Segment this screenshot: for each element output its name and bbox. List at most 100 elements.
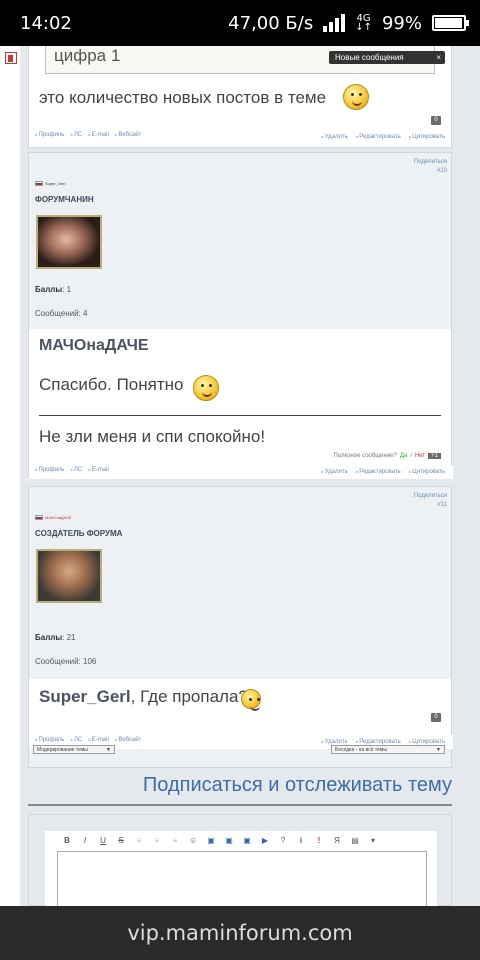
messages-stat: Сообщений: 106 <box>35 657 97 666</box>
help-button[interactable]: ? <box>279 837 287 845</box>
reply-editor-section: B I U S ≡ ≡ ≡ ☺ ▣ ▣ ▣ ▶ ? i ! Я ▤ ▾ <box>28 814 452 906</box>
mention-link[interactable]: Super_Gerl <box>39 687 131 706</box>
author-rank: ФОРУМЧАНИН <box>35 195 94 204</box>
useful-question: Полезное сообщение? <box>333 453 397 459</box>
align-right-button[interactable]: ≡ <box>171 837 179 845</box>
toast-label: Новые сообщения <box>335 53 404 62</box>
clock: 14:02 <box>20 12 72 34</box>
forum-jump-select[interactable]: Беседка - на всё темы <box>331 745 445 754</box>
battery-icon <box>432 15 469 31</box>
address-bar[interactable]: vip.maminforum.com <box>0 906 480 960</box>
vote-yes-link[interactable]: Да <box>400 453 407 459</box>
profile-link[interactable]: Профиль <box>35 132 65 138</box>
profile-link[interactable]: Профиль <box>35 467 65 473</box>
avatar[interactable] <box>36 215 102 269</box>
smiley-button[interactable]: ☺ <box>189 837 197 845</box>
points-stat: Баллы: 21 <box>35 633 76 642</box>
strike-button[interactable]: S <box>117 837 125 845</box>
post-badge: 0 <box>431 713 441 722</box>
table-button[interactable]: ▤ <box>351 837 359 845</box>
status-bar: 14:02 47,00 Б/s 4G ↓↑ 99% <box>0 0 480 46</box>
vote-count: +1 <box>428 453 441 459</box>
delete-link[interactable]: Удалить <box>321 469 348 475</box>
video-button[interactable]: ▶ <box>261 837 269 845</box>
post-text: Спасибо. Понятно <box>39 375 184 394</box>
underline-button[interactable]: U <box>99 837 107 845</box>
bold-button[interactable]: B <box>63 837 71 845</box>
author-rank: СОЗДАТЕЛЬ ФОРУМА <box>35 529 123 538</box>
post-number[interactable]: #11 <box>414 501 447 510</box>
email-link[interactable]: E-mail <box>88 737 109 743</box>
share-link[interactable]: Поделиться <box>414 158 447 167</box>
moderation-select[interactable]: Модерирование темы <box>33 745 115 754</box>
author-nick[interactable]: Super_Gerl <box>35 181 65 186</box>
quote-link[interactable]: Цитировать <box>409 134 445 140</box>
left-strip <box>0 46 20 906</box>
share-area: Поделиться #10 <box>414 158 447 176</box>
new-messages-toast[interactable]: Новые сообщения × <box>329 51 445 64</box>
quote-link[interactable]: Цитировать <box>409 469 445 475</box>
info-button[interactable]: i <box>297 837 305 845</box>
post-number[interactable]: #10 <box>414 167 447 176</box>
translit-button[interactable]: Я <box>333 837 341 845</box>
post-badge: 0 <box>431 116 441 125</box>
messages-stat: Сообщений: 4 <box>35 309 88 318</box>
post-text-body: , Где пропала? <box>130 687 248 706</box>
pm-link[interactable]: ЛС <box>70 467 82 473</box>
crying-smiley-icon <box>241 689 261 711</box>
vote-no-link[interactable]: Нет <box>415 453 425 459</box>
post-text: это количество новых постов в теме <box>39 88 327 107</box>
more-dropdown-button[interactable]: ▾ <box>369 837 377 845</box>
media-button[interactable]: ▣ <box>243 837 251 845</box>
align-left-button[interactable]: ≡ <box>135 837 143 845</box>
letter-smiley-icon <box>193 375 219 401</box>
image-button[interactable]: ▣ <box>207 837 215 845</box>
align-center-button[interactable]: ≡ <box>153 837 161 845</box>
pm-link[interactable]: ЛС <box>70 737 82 743</box>
points-value: : 21 <box>62 633 76 642</box>
post-username[interactable]: МАЧОнаДАЧЕ <box>39 337 149 355</box>
editor-toolbar: B I U S ≡ ≡ ≡ ☺ ▣ ▣ ▣ ▶ ? i ! Я ▤ ▾ <box>63 837 377 845</box>
vote-separator: / <box>410 453 412 459</box>
url-text: vip.maminforum.com <box>127 921 353 945</box>
points-label: Баллы <box>35 285 63 294</box>
email-link[interactable]: E-mail <box>88 132 109 138</box>
edit-link[interactable]: Редактировать <box>356 134 400 140</box>
reading-smiley-icon <box>343 84 369 110</box>
edit-link[interactable]: Редактировать <box>356 469 400 475</box>
toast-close-button[interactable]: × <box>436 51 441 64</box>
share-link[interactable]: Поделиться <box>414 492 447 501</box>
subscribe-link[interactable]: Подписаться и отслеживать тему <box>28 774 452 797</box>
pm-link[interactable]: ЛС <box>70 132 82 138</box>
points-label: Баллы <box>35 633 63 642</box>
author-nick-text: Super_Gerl <box>45 181 66 186</box>
website-link[interactable]: Вебсайт <box>115 132 141 138</box>
alert-button[interactable]: ! <box>315 837 323 845</box>
section-divider <box>28 804 452 806</box>
website-link[interactable]: Вебсайт <box>115 737 141 743</box>
bookmark-icon[interactable] <box>5 52 17 64</box>
email-link[interactable]: E-mail <box>88 467 109 473</box>
reply-editor: B I U S ≡ ≡ ≡ ☺ ▣ ▣ ▣ ▶ ? i ! Я ▤ ▾ <box>45 831 437 906</box>
share-area: Поделиться #11 <box>414 492 447 510</box>
points-value: : 1 <box>62 285 72 294</box>
quote-text: цифра 1 <box>54 46 121 65</box>
profile-link[interactable]: Профиль <box>35 737 65 743</box>
post-content: МАЧОнаДАЧЕ Спасибо. Понятно Не зли меня … <box>29 329 451 465</box>
post-content: Super_Gerl, Где пропала? 0 <box>29 679 451 735</box>
network-type-icon: 4G ↓↑ <box>355 13 372 33</box>
post-links-bar: Профиль ЛС E-mail Удалить Редактировать … <box>29 465 453 479</box>
reply-textarea[interactable] <box>57 851 427 906</box>
signature-text: Не зли меня и спи спокойно! <box>39 427 266 446</box>
italic-button[interactable]: I <box>81 837 89 845</box>
post-10: Поделиться #10 Super_Gerl ФОРУМЧАНИН Балл… <box>28 152 453 479</box>
flag-icon <box>35 515 43 520</box>
delete-link[interactable]: Удалить <box>321 134 348 140</box>
link-button[interactable]: ▣ <box>225 837 233 845</box>
battery-percent: 99% <box>381 12 422 34</box>
author-nick[interactable]: МАЧОнаДАЧЕ <box>35 515 71 520</box>
post-links-bar: Профиль ЛС E-mail Вебсайт Удалить Редакт… <box>29 130 453 144</box>
author-nick-text: МАЧОнаДАЧЕ <box>45 515 72 520</box>
forum-page[interactable]: цифра 1 Новые сообщения × это количество … <box>0 46 480 906</box>
avatar[interactable] <box>36 549 102 603</box>
